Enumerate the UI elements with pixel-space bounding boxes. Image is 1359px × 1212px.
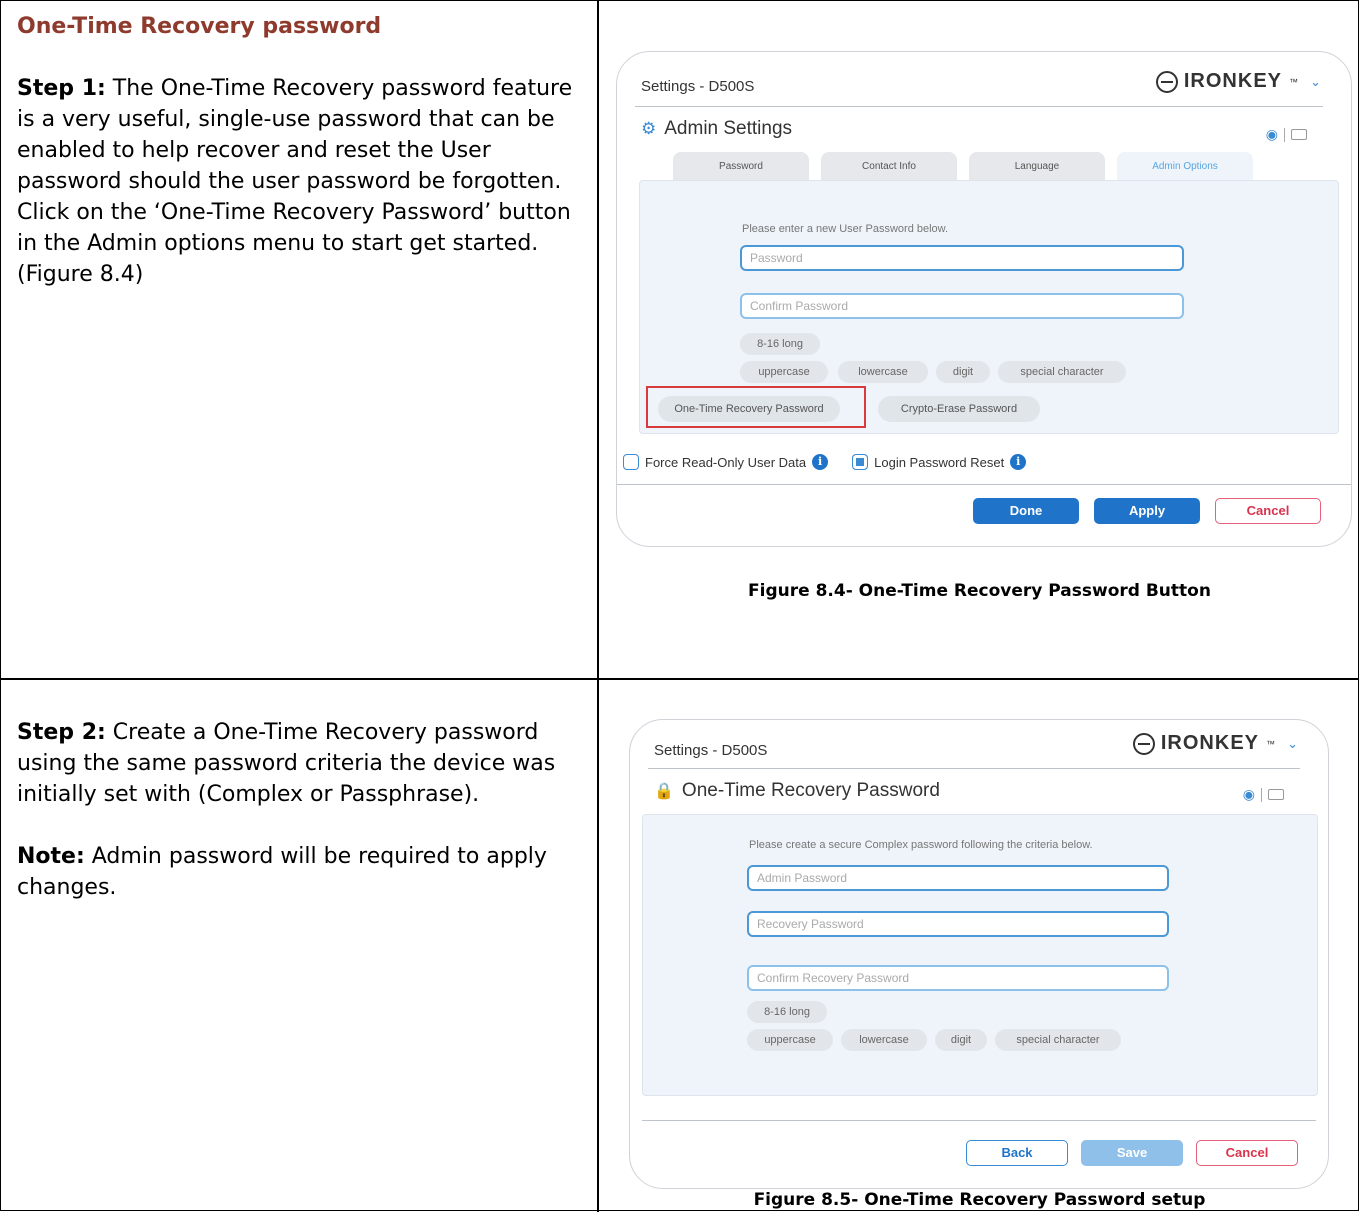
- step1-cell: One-Time Recovery password Step 1: The O…: [17, 11, 583, 290]
- force-read-only-label: Force Read-Only User Data: [645, 454, 807, 470]
- recovery-prompt: Please create a secure Complex password …: [749, 839, 1093, 851]
- gear-icon: ⚙: [641, 119, 657, 138]
- uppercase-criteria-pill: uppercase: [747, 1029, 833, 1051]
- window-title: Settings - D500S: [654, 742, 768, 759]
- page-heading: ⚙ Admin Settings: [641, 118, 792, 140]
- table-row-divider: [1, 678, 1359, 680]
- page-heading: 🔒 One-Time Recovery Password: [654, 780, 940, 802]
- figure-8-5-caption: Figure 8.5- One-Time Recovery Password s…: [753, 1190, 1206, 1210]
- digit-criteria-pill: digit: [936, 361, 990, 383]
- tab-password[interactable]: Password: [673, 152, 809, 180]
- lock-icon: 🔒: [654, 783, 674, 800]
- tab-admin-options[interactable]: Admin Options: [1117, 152, 1253, 180]
- brand-trademark: ™: [1289, 76, 1299, 87]
- admin-tabs: Password Contact Info Language Admin Opt…: [673, 152, 1253, 180]
- window-title: Settings - D500S: [641, 78, 755, 95]
- heading-label: Admin Settings: [664, 118, 793, 139]
- cancel-button[interactable]: Cancel: [1215, 498, 1321, 524]
- login-password-reset-label: Login Password Reset: [874, 454, 1005, 470]
- table-column-divider: [597, 1, 599, 1212]
- confirm-password-input[interactable]: Confirm Password: [740, 293, 1184, 319]
- recovery-password-panel: Please create a secure Complex password …: [642, 814, 1318, 1096]
- admin-options-panel: Please enter a new User Password below. …: [639, 180, 1339, 434]
- login-password-reset-checkbox[interactable]: [852, 454, 869, 470]
- header-divider: [648, 768, 1300, 769]
- step1-label: Step 1:: [17, 76, 106, 101]
- admin-settings-screenshot: Settings - D500S IRONKEY ™ ⌄ ⚙ Admin Sett…: [616, 51, 1352, 547]
- chevron-down-icon[interactable]: ⌄: [1310, 74, 1321, 90]
- options-row: Force Read-Only User Data i Login Passwo…: [623, 454, 1050, 470]
- digit-criteria-pill: digit: [935, 1029, 987, 1051]
- toolbar-separator: [1284, 127, 1285, 142]
- back-button[interactable]: Back: [966, 1140, 1068, 1166]
- length-criteria-pill: 8-16 long: [740, 333, 820, 355]
- lowercase-criteria-pill: lowercase: [838, 361, 928, 383]
- done-button[interactable]: Done: [973, 498, 1079, 524]
- uppercase-criteria-pill: uppercase: [740, 361, 828, 383]
- length-criteria-pill: 8-16 long: [747, 1001, 827, 1023]
- password-prompt: Please enter a new User Password below.: [742, 223, 949, 235]
- eye-icon[interactable]: ◉: [1243, 786, 1255, 803]
- note-text: Admin password will be required to apply…: [17, 844, 547, 900]
- cancel-button[interactable]: Cancel: [1196, 1140, 1298, 1166]
- special-character-criteria-pill: special character: [998, 361, 1126, 383]
- step2-cell: Step 2: Create a One-Time Recovery passw…: [17, 717, 583, 903]
- ironkey-logo: IRONKEY ™: [1132, 732, 1276, 755]
- heading-label: One-Time Recovery Password: [681, 780, 940, 801]
- special-character-criteria-pill: special character: [995, 1029, 1121, 1051]
- tab-language[interactable]: Language: [969, 152, 1105, 180]
- crypto-erase-password-button[interactable]: Crypto-Erase Password: [878, 396, 1040, 422]
- admin-password-input[interactable]: Admin Password: [747, 865, 1169, 891]
- apply-button[interactable]: Apply: [1094, 498, 1200, 524]
- note-paragraph: Note: Admin password will be required to…: [17, 841, 583, 903]
- brand-name: IRONKEY: [1160, 732, 1259, 754]
- section-title: One-Time Recovery password: [17, 14, 382, 39]
- recovery-password-screenshot: Settings - D500S IRONKEY ™ ⌄ 🔒 One-Time R…: [629, 719, 1329, 1189]
- note-label: Note:: [17, 844, 85, 869]
- step2-paragraph: Step 2: Create a One-Time Recovery passw…: [17, 717, 583, 810]
- tab-contact-info[interactable]: Contact Info: [821, 152, 957, 180]
- toolbar-separator: [1261, 787, 1262, 802]
- ironkey-logo-icon: [1132, 732, 1155, 755]
- info-icon[interactable]: i: [1010, 454, 1027, 470]
- force-read-only-checkbox[interactable]: [623, 454, 639, 470]
- chevron-down-icon[interactable]: ⌄: [1287, 736, 1298, 752]
- lowercase-criteria-pill: lowercase: [841, 1029, 927, 1051]
- footer-divider: [617, 484, 1351, 485]
- header-divider: [635, 106, 1323, 107]
- recovery-password-input[interactable]: Recovery Password: [747, 911, 1169, 937]
- footer-divider: [642, 1120, 1316, 1121]
- info-icon[interactable]: i: [812, 454, 829, 470]
- keyboard-icon[interactable]: [1268, 789, 1284, 800]
- step2-label: Step 2:: [17, 720, 106, 745]
- brand-trademark: ™: [1266, 738, 1276, 749]
- password-input[interactable]: Password: [740, 245, 1184, 271]
- brand-name: IRONKEY: [1183, 70, 1282, 92]
- ironkey-logo: IRONKEY ™: [1155, 70, 1299, 93]
- step1-text: The One-Time Recovery password feature i…: [17, 76, 573, 287]
- figure-8-4-caption: Figure 8.4- One-Time Recovery Password B…: [748, 581, 1211, 601]
- ironkey-logo-icon: [1155, 70, 1178, 93]
- toolbar-icons: ◉: [1243, 786, 1284, 803]
- keyboard-icon[interactable]: [1291, 129, 1307, 140]
- toolbar-icons: ◉: [1266, 126, 1307, 143]
- save-button[interactable]: Save: [1081, 1140, 1183, 1166]
- confirm-recovery-password-input[interactable]: Confirm Recovery Password: [747, 965, 1169, 991]
- document-table: One-Time Recovery password Step 1: The O…: [0, 0, 1359, 1212]
- step1-paragraph: Step 1: The One-Time Recovery password f…: [17, 73, 583, 290]
- eye-icon[interactable]: ◉: [1266, 126, 1278, 143]
- highlight-box: [646, 386, 866, 428]
